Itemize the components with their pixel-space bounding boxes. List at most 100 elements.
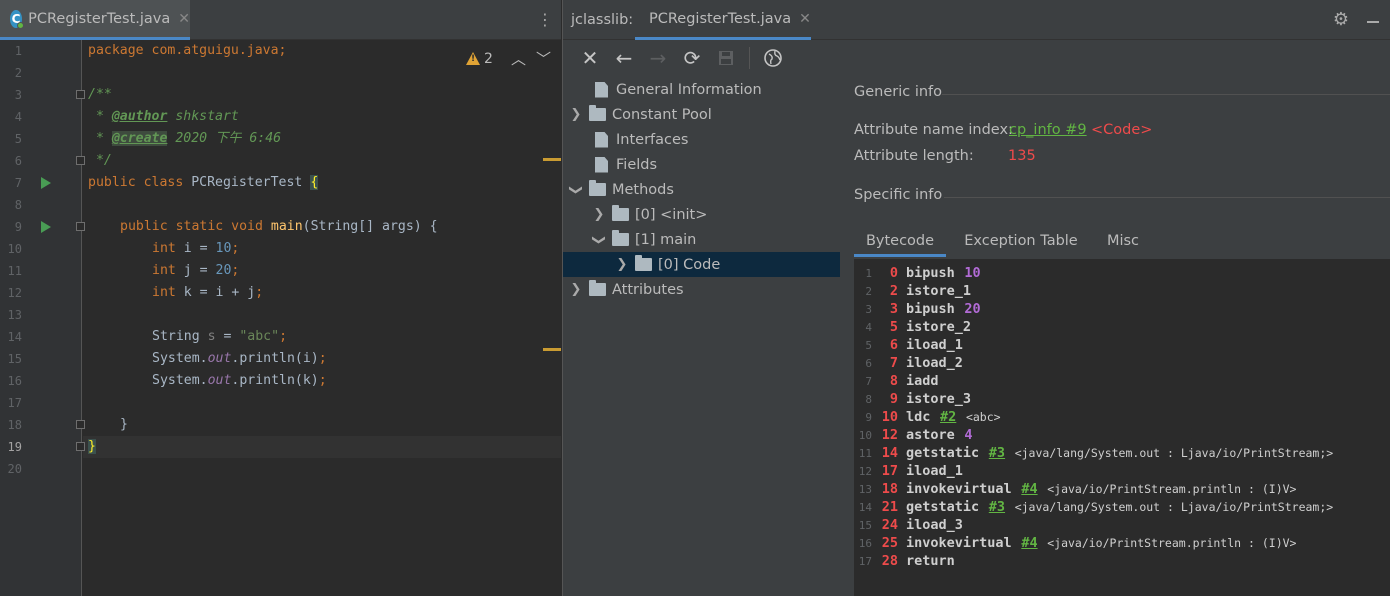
jclasslib-tab-bar: jclasslib: PCRegisterTest.java ✕ ⚙ (563, 0, 1390, 40)
close-tab-icon[interactable]: ✕ (178, 11, 190, 27)
refresh-icon[interactable]: ⟳ (675, 42, 709, 74)
code-token: { (310, 175, 319, 190)
close-tab-icon[interactable]: ✕ (799, 11, 811, 27)
code-line[interactable]: } (120, 414, 128, 436)
bytecode-constant-ref-link[interactable]: #4 (1021, 481, 1037, 497)
tree-item-interfaces[interactable]: Interfaces (593, 127, 688, 152)
code-token: 2020 下午 6:46 (167, 131, 282, 146)
class-structure-tree[interactable]: General Information ❯ Constant Pool Inte… (563, 77, 840, 596)
chevron-right-icon[interactable]: ❯ (569, 107, 583, 122)
specific-info-title: Specific info (854, 187, 943, 203)
code-line[interactable]: public static void main(String[] args) { (120, 216, 438, 238)
bytecode-row: 8 9 istore_3 (854, 389, 971, 407)
editor-tab-label: PCRegisterTest.java (28, 10, 171, 27)
chevron-right-icon[interactable]: ❯ (615, 257, 629, 272)
code-token: PCRegisterTest (183, 175, 311, 190)
code-line[interactable]: public class PCRegisterTest { (88, 172, 319, 194)
code-line[interactable]: int k = i + j; (152, 282, 263, 304)
bytecode-constant-ref-link[interactable]: #4 (1021, 535, 1037, 551)
tree-item-method-init[interactable]: ❯ [0] <init> (592, 202, 707, 227)
fold-marker-icon[interactable] (76, 156, 85, 165)
inspection-widget[interactable]: ! 2 ︿ ﹀ (466, 48, 551, 69)
code-token: ; (318, 351, 327, 366)
warning-marker[interactable] (543, 158, 561, 161)
code-line[interactable]: } (88, 436, 96, 458)
code-line[interactable]: * @create 2020 下午 6:46 (88, 128, 281, 150)
current-line-highlight (83, 436, 561, 458)
web-icon[interactable] (756, 42, 790, 74)
code-line[interactable]: int j = 20; (152, 260, 239, 282)
line-number: 13 (7, 308, 22, 322)
chevron-right-icon[interactable]: ❯ (569, 282, 583, 297)
bytecode-offset: 5 (889, 319, 898, 335)
tree-item-general-information[interactable]: General Information (593, 77, 762, 102)
run-icon[interactable] (41, 221, 51, 233)
code-editor[interactable]: C PCRegisterTest.java ✕ ⋮ 1 2 3 4 5 6 7 8 9 10 11 1… (0, 0, 561, 596)
tree-item-methods[interactable]: ❯ Methods (569, 177, 674, 202)
bytecode-row: 10 12 astore 4 (854, 425, 973, 443)
chevron-down-icon[interactable]: ❯ (592, 233, 607, 247)
bytecode-opcode: iload_3 (906, 517, 963, 533)
code-line[interactable]: */ (88, 150, 112, 172)
fold-marker-icon[interactable] (76, 442, 85, 451)
gear-icon[interactable]: ⚙ (1333, 10, 1349, 30)
bytecode-offset: 3 (889, 301, 898, 317)
line-number: 7 (14, 176, 22, 190)
minimize-icon[interactable] (1367, 21, 1379, 23)
tab-bytecode[interactable]: Bytecode (854, 229, 946, 257)
bytecode-offset: 21 (881, 499, 898, 515)
chevron-up-icon[interactable]: ︿ (511, 48, 526, 69)
attribute-length-value: 135 (1008, 148, 1036, 164)
jclasslib-tab[interactable]: PCRegisterTest.java ✕ (635, 0, 811, 40)
forward-icon: → (649, 46, 667, 70)
code-line[interactable]: int i = 10; (152, 238, 239, 260)
code-line[interactable]: String s = "abc"; (152, 326, 287, 348)
tab-misc[interactable]: Misc (1094, 229, 1152, 257)
bytecode-row: 15 24 iload_3 (854, 515, 963, 533)
fold-marker-icon[interactable] (76, 222, 85, 231)
editor-tab-bar: C PCRegisterTest.java ✕ ⋮ (0, 0, 561, 40)
line-number: 1 (14, 44, 22, 58)
fold-marker-icon[interactable] (76, 90, 85, 99)
tree-item-fields[interactable]: Fields (593, 152, 657, 177)
file-icon (595, 81, 608, 98)
more-options-icon[interactable]: ⋮ (537, 10, 553, 30)
code-token: shkstart (167, 109, 239, 124)
folder-icon (635, 255, 652, 271)
cp-info-link[interactable]: cp_info #9 (1009, 122, 1087, 138)
code-token: (String[] args) { (302, 219, 438, 234)
bytecode-constant-ref-link[interactable]: #3 (989, 499, 1005, 515)
tree-item-constant-pool[interactable]: ❯ Constant Pool (569, 102, 712, 127)
code-line[interactable]: package com.atguigu.java; (88, 40, 287, 62)
bytecode-line-number: 17 (858, 555, 872, 568)
line-number: 10 (7, 242, 22, 256)
tree-item-method-main[interactable]: ❯ [1] main (592, 227, 696, 252)
warning-marker[interactable] (543, 348, 561, 351)
code-token: * (88, 109, 112, 124)
run-icon[interactable] (41, 177, 51, 189)
editor-tab[interactable]: C PCRegisterTest.java ✕ (0, 0, 190, 40)
code-token: public class (88, 175, 184, 190)
bytecode-row: 7 8 iadd (854, 371, 938, 389)
code-line[interactable]: System.out.println(i); (152, 348, 327, 370)
code-token: ; (255, 285, 264, 300)
bytecode-constant-ref-link[interactable]: #2 (940, 409, 956, 425)
code-token: package (88, 43, 144, 58)
bytecode-row: 5 6 iload_1 (854, 335, 963, 353)
bytecode-row: 13 18 invokevirtual #4 <java/io/PrintStrea… (854, 479, 1297, 497)
fold-marker-icon[interactable] (76, 420, 85, 429)
close-icon[interactable]: ✕ (573, 42, 607, 74)
bytecode-listing[interactable]: 1 0 bipush 10 2 2 istore_1 3 3 bipush 20 4 5 istore… (854, 259, 1390, 596)
tab-exception-table[interactable]: Exception Table (956, 229, 1086, 257)
code-line[interactable]: * @author shkstart (88, 106, 239, 128)
chevron-down-icon[interactable]: ❯ (569, 183, 584, 197)
line-number: 18 (7, 418, 22, 432)
back-icon[interactable]: ← (607, 42, 641, 74)
bytecode-constant-ref-link[interactable]: #3 (989, 445, 1005, 461)
code-line[interactable]: /** (88, 84, 112, 106)
code-line[interactable]: System.out.println(k); (152, 370, 327, 392)
tree-item-attributes[interactable]: ❯ Attributes (569, 277, 684, 302)
chevron-right-icon[interactable]: ❯ (592, 207, 606, 222)
tree-item-code[interactable]: ❯ [0] Code (615, 252, 720, 277)
chevron-down-icon[interactable]: ﹀ (536, 48, 551, 69)
